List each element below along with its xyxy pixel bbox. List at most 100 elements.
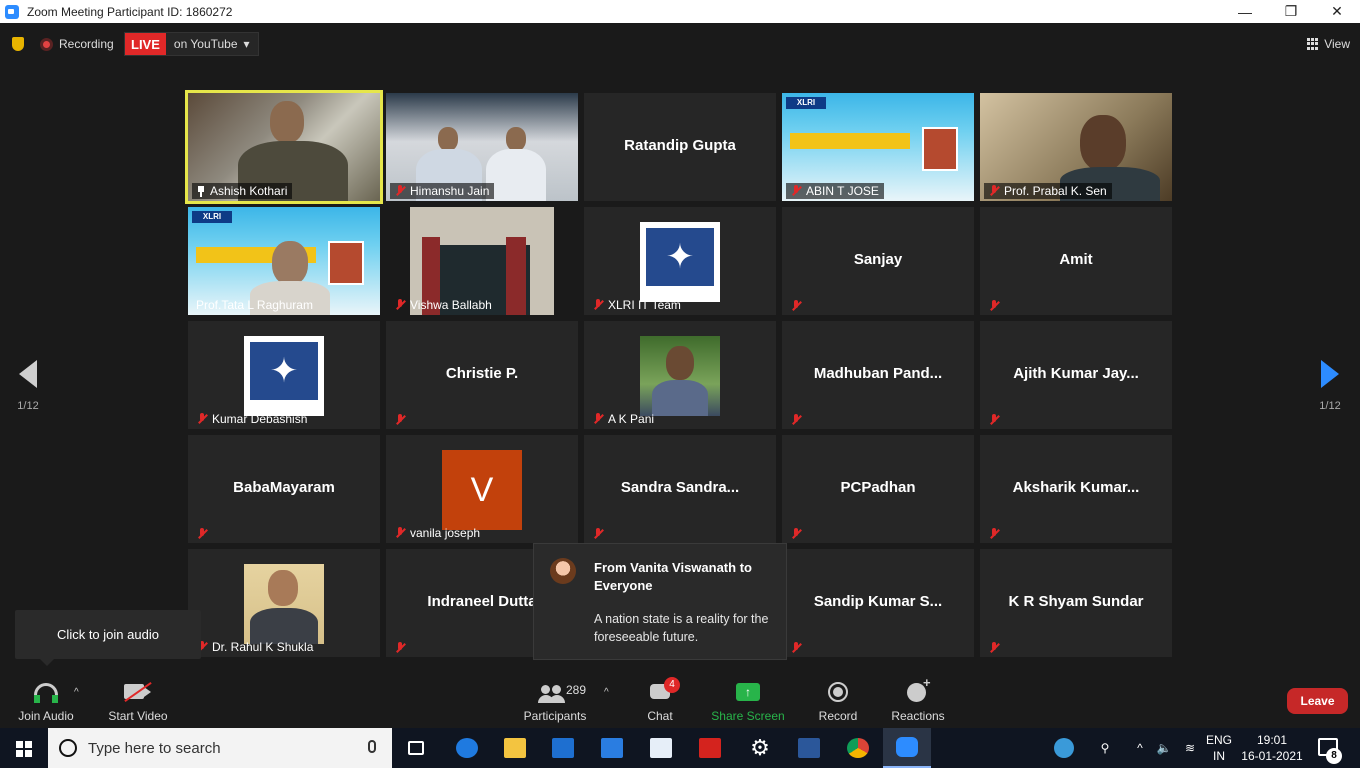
start-video-label: Start Video [108, 709, 168, 723]
xlri-logo: 1949 [244, 336, 324, 416]
minimize-button[interactable]: — [1222, 0, 1268, 23]
show-hidden-icons-chevron-icon[interactable]: ^ [1130, 728, 1150, 768]
participant-name-label: A K Pani [588, 411, 659, 427]
chrome-app[interactable] [834, 728, 882, 768]
word-app[interactable] [785, 728, 833, 768]
grid-view-icon [1307, 38, 1319, 50]
participant-tile[interactable]: Sandip Kumar S... [782, 549, 974, 657]
zoom-app[interactable] [883, 728, 931, 768]
muted-mic-icon [790, 185, 802, 197]
participant-name-label [192, 527, 213, 541]
paint-app[interactable] [637, 728, 685, 768]
participant-tile[interactable]: BabaMayaram [188, 435, 380, 543]
microphone-icon[interactable] [368, 740, 376, 753]
windows-logo-icon [16, 741, 32, 757]
participant-tile[interactable]: PCPadhan [782, 435, 974, 543]
volume-icon[interactable]: 🔈 [1154, 728, 1174, 768]
chat-label: Chat [647, 709, 673, 723]
share-screen-button[interactable]: ↑ Share Screen [708, 675, 788, 728]
share-screen-icon: ↑ [736, 683, 760, 701]
close-button[interactable]: ✕ [1314, 0, 1360, 23]
participant-name-label [390, 641, 411, 655]
next-page-button[interactable]: 1/12 [1317, 360, 1343, 412]
muted-mic-icon [394, 185, 406, 197]
file-explorer-app[interactable] [491, 728, 539, 768]
participant-tile[interactable]: 1949 XLRI IT Team [584, 207, 776, 315]
participant-tile[interactable]: Sanjay [782, 207, 974, 315]
edge-app[interactable] [443, 728, 491, 768]
participant-tile[interactable]: Ashish Kothari [185, 90, 383, 204]
participant-name-label: ABIN T JOSE [786, 183, 884, 199]
participant-name-label [786, 299, 807, 313]
leave-button[interactable]: Leave [1287, 688, 1348, 714]
view-button[interactable]: View [1307, 32, 1350, 56]
audio-options-chevron-icon[interactable]: ^ [74, 687, 79, 698]
wifi-icon[interactable]: ≋ [1178, 728, 1202, 768]
taskbar-search-input[interactable] [88, 738, 348, 758]
settings-app[interactable]: ⚙ [736, 728, 784, 768]
join-audio-tooltip: Click to join audio [15, 610, 201, 666]
participant-tile[interactable]: Amit [980, 207, 1172, 315]
participant-photo [244, 564, 324, 644]
zoom-app-icon [5, 4, 19, 19]
live-stream-control[interactable]: LIVE on YouTube ▾ [124, 32, 259, 56]
help-tray-icon[interactable] [1050, 728, 1078, 768]
participant-name-label: Prof. Prabal K. Sen [984, 183, 1112, 199]
participant-tile[interactable]: Sandra Sandra... [584, 435, 776, 543]
participant-tile[interactable]: Aksharik Kumar... [980, 435, 1172, 543]
participant-tile[interactable]: Christie P. [386, 321, 578, 429]
participant-name-label [984, 527, 1005, 541]
participant-tile[interactable]: Dr. Rahul K Shukla [188, 549, 380, 657]
maximize-button[interactable]: ❐ [1268, 0, 1314, 23]
reactions-button[interactable]: Reactions [886, 675, 950, 728]
record-button[interactable]: Record [808, 675, 868, 728]
recording-indicator[interactable]: Recording [40, 33, 114, 55]
participant-tile[interactable]: Himanshu Jain [386, 93, 578, 201]
participant-tile[interactable]: 1949 Kumar Debashish [188, 321, 380, 429]
muted-mic-icon [988, 414, 1000, 426]
muted-mic-icon [196, 413, 208, 425]
mail-app[interactable] [539, 728, 587, 768]
start-button[interactable] [0, 728, 48, 768]
security-shield-icon[interactable] [12, 37, 24, 51]
live-destination-dropdown[interactable]: on YouTube ▾ [165, 33, 258, 55]
meeting-topbar: Recording LIVE on YouTube ▾ View [0, 23, 1360, 65]
participant-tile[interactable]: A K Pani [584, 321, 776, 429]
participants-button[interactable]: 289 Participants [520, 675, 590, 728]
chat-notification-popup[interactable]: From Vanita Viswanath to Everyone A nati… [533, 543, 787, 660]
muted-mic-icon [196, 528, 208, 540]
task-view-button[interactable] [392, 728, 440, 768]
clock[interactable]: 19:01 16-01-2021 [1234, 732, 1310, 764]
muted-mic-icon [790, 300, 802, 312]
participant-display-name: PCPadhan [840, 479, 916, 496]
prev-page-button[interactable]: 1/12 [15, 360, 41, 412]
window-title: Zoom Meeting Participant ID: 1860272 [27, 4, 233, 19]
people-icon[interactable]: ⚲ [1092, 728, 1118, 768]
participant-tile[interactable]: K R Shyam Sundar [980, 549, 1172, 657]
participant-tile[interactable]: Ratandip Gupta [584, 93, 776, 201]
input-language[interactable]: ENG IN [1204, 732, 1234, 764]
pdf-icon [699, 738, 721, 758]
participant-name-label [390, 413, 411, 427]
participant-tile[interactable]: Prof. Prabal K. Sen [980, 93, 1172, 201]
folder-icon [504, 738, 526, 758]
chat-sender: From Vanita Viswanath to Everyone [594, 560, 752, 593]
muted-mic-icon [592, 528, 604, 540]
taskbar-search-box[interactable] [48, 728, 392, 768]
start-video-button[interactable]: Start Video [102, 675, 174, 728]
participant-tile[interactable]: XLRI Prof.Tata L Raghuram [188, 207, 380, 315]
join-audio-button[interactable]: Join Audio [10, 675, 82, 728]
time: 19:01 [1256, 733, 1288, 747]
participant-tile[interactable]: Vishwa Ballabh [386, 207, 578, 315]
muted-mic-icon [790, 414, 802, 426]
participant-tile[interactable]: Ajith Kumar Jay... [980, 321, 1172, 429]
store-app[interactable] [588, 728, 636, 768]
date: 16-01-2021 [1241, 749, 1303, 763]
participants-options-chevron-icon[interactable]: ^ [604, 687, 609, 698]
chat-button[interactable]: 4 Chat [632, 675, 688, 728]
participant-display-name: K R Shyam Sundar [1008, 593, 1144, 610]
participant-tile[interactable]: Madhuban Pand... [782, 321, 974, 429]
acrobat-app[interactable] [686, 728, 734, 768]
participant-tile[interactable]: XLRI ABIN T JOSE [782, 93, 974, 201]
participant-tile[interactable]: V vanila joseph [386, 435, 578, 543]
